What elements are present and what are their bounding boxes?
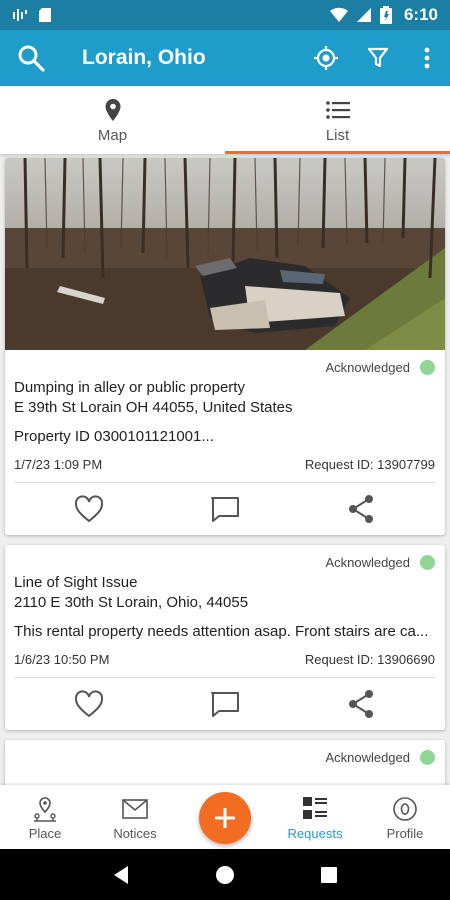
nav-notices-label: Notices [113, 826, 157, 841]
comment-button[interactable] [195, 483, 255, 535]
plus-icon [215, 808, 235, 828]
status-badge: Acknowledged [325, 554, 410, 570]
share-button[interactable] [331, 483, 391, 535]
heart-icon [74, 495, 104, 523]
my-location-button[interactable] [300, 30, 352, 86]
request-card[interactable]: Acknowledged Line of Sight Issue 2110 E … [5, 545, 445, 730]
nav-profile-label: Profile [386, 826, 424, 841]
profile-icon [393, 797, 417, 821]
status-indicator [420, 554, 435, 570]
tab-list[interactable]: List [225, 86, 450, 154]
share-icon [349, 690, 373, 718]
tab-list-label: List [325, 126, 350, 144]
search-button[interactable] [0, 30, 62, 86]
status-indicator [420, 359, 435, 375]
filter-icon [367, 47, 389, 68]
share-button[interactable] [331, 678, 391, 730]
request-description: Property ID 0300101121001... [14, 428, 214, 445]
filter-button[interactable] [352, 30, 404, 86]
request-id: Request ID: 13906690 [304, 652, 435, 667]
status-indicator [420, 749, 435, 765]
tab-map[interactable]: Map [0, 86, 225, 154]
request-date: 1/7/23 1:09 PM [14, 457, 103, 472]
request-photo[interactable] [5, 158, 445, 350]
tab-map-label: Map [97, 126, 128, 144]
sd-card-icon [39, 8, 51, 22]
mail-icon [122, 799, 148, 819]
list-icon [325, 100, 350, 119]
request-address: 2110 E 30th St Lorain, Ohio, 44055 [14, 594, 249, 611]
comment-button[interactable] [195, 678, 255, 730]
search-icon [18, 45, 45, 72]
request-address: E 39th St Lorain OH 44055, United States [14, 399, 293, 416]
request-title: Line of Sight Issue [14, 574, 138, 591]
request-list: Acknowledged Dumping in alley or public … [0, 154, 450, 785]
crosshair-icon [314, 46, 338, 70]
place-icon [34, 797, 56, 822]
clock: 6:10 [403, 5, 438, 24]
bottom-navigation: Place Notices Requests Profile [0, 785, 450, 849]
status-row: Acknowledged [14, 746, 435, 768]
comment-icon [211, 497, 239, 522]
request-card[interactable]: Acknowledged Dumping in alley or public … [5, 158, 445, 535]
home-icon[interactable] [215, 865, 235, 885]
status-badge: Acknowledged [325, 359, 410, 375]
view-tabs: Map List [0, 86, 450, 154]
request-description: This rental property needs attention asa… [14, 623, 429, 640]
wifi-icon [329, 7, 348, 23]
recents-icon[interactable] [320, 866, 338, 884]
system-navigation-bar [0, 849, 450, 900]
more-options-button[interactable] [404, 30, 450, 86]
request-id: Request ID: 13907799 [304, 457, 435, 472]
heart-icon [74, 690, 104, 718]
app-bar: Lorain, Ohio [0, 30, 450, 86]
page-title: Lorain, Ohio [82, 46, 206, 69]
signal-notification-icon [13, 9, 27, 21]
new-request-button[interactable] [199, 792, 251, 844]
status-row: Acknowledged [14, 356, 435, 378]
request-card[interactable]: Acknowledged [5, 740, 445, 785]
like-button[interactable] [59, 483, 119, 535]
location-pin-icon [105, 98, 120, 121]
status-row: Acknowledged [14, 551, 435, 573]
like-button[interactable] [59, 678, 119, 730]
more-vert-icon [424, 47, 430, 69]
nav-requests-label: Requests [287, 826, 343, 841]
nav-notices[interactable]: Notices [90, 785, 180, 849]
status-bar: 6:10 [0, 0, 450, 30]
nav-place[interactable]: Place [0, 785, 90, 849]
request-title: Dumping in alley or public property [14, 379, 245, 396]
back-icon[interactable] [112, 865, 130, 885]
battery-icon [379, 6, 392, 24]
nav-requests[interactable]: Requests [270, 785, 360, 849]
request-date: 1/6/23 10:50 PM [14, 652, 110, 667]
nav-profile[interactable]: Profile [360, 785, 450, 849]
requests-icon [303, 797, 327, 819]
nav-place-label: Place [28, 826, 62, 841]
status-badge: Acknowledged [325, 749, 410, 765]
cell-signal-icon [356, 8, 371, 22]
share-icon [349, 495, 373, 523]
comment-icon [211, 692, 239, 717]
